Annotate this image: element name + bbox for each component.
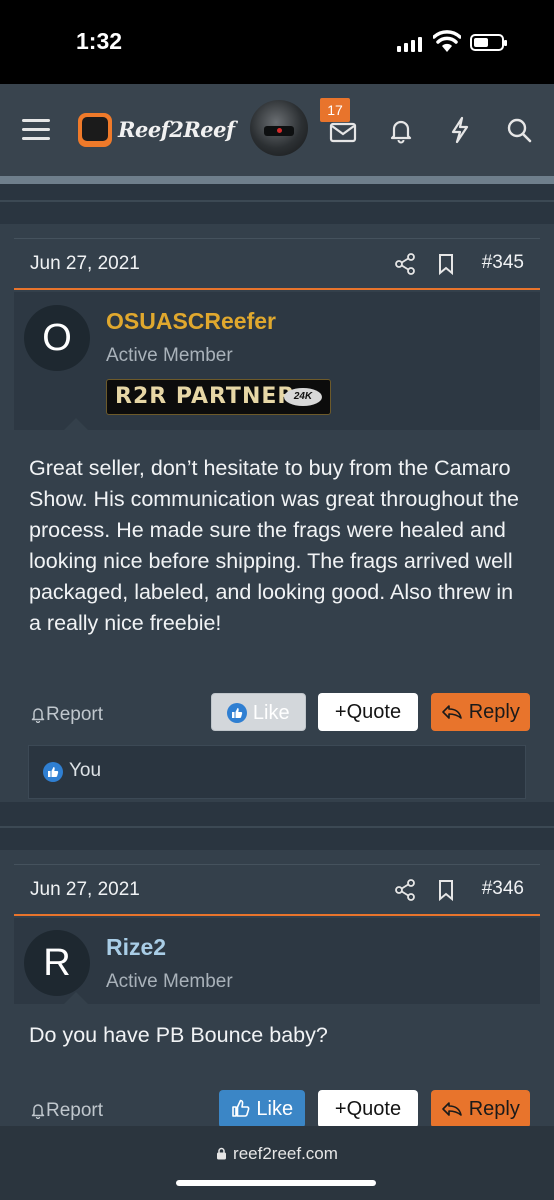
divider <box>0 200 554 202</box>
bookmark-icon[interactable] <box>435 252 457 276</box>
cellular-signal-icon <box>397 36 423 52</box>
reply-button[interactable]: Reply <box>431 693 530 731</box>
post-number[interactable]: #346 <box>482 878 524 900</box>
share-icon[interactable] <box>394 878 416 902</box>
avatar[interactable]: R <box>24 930 90 996</box>
divider <box>0 826 554 828</box>
user-title: Active Member <box>106 345 233 366</box>
quote-label: Quote <box>346 1098 402 1120</box>
plus-icon: + <box>334 701 347 723</box>
url-text: reef2reef.com <box>233 1144 338 1163</box>
search-icon[interactable] <box>505 116 533 144</box>
thread-content[interactable]: Jun 27, 2021 #345 O OSUASCReefer Active … <box>0 176 554 1126</box>
user-avatar[interactable] <box>250 100 308 156</box>
report-label: Report <box>46 704 104 725</box>
home-indicator[interactable] <box>176 1180 376 1186</box>
liked-by-text: You <box>69 760 102 781</box>
report-bell-icon <box>31 708 45 724</box>
report-bell-icon <box>31 1104 45 1120</box>
post-body: Do you have PB Bounce baby? <box>29 1023 328 1047</box>
status-bar: 1:32 <box>0 0 554 84</box>
user-title: Active Member <box>106 971 233 992</box>
like-thumb-icon <box>227 703 248 723</box>
logo-text: Reef2Reef <box>118 117 235 142</box>
likes-summary[interactable]: You <box>28 745 526 799</box>
reply-label: Reply <box>468 1098 520 1120</box>
menu-icon[interactable] <box>22 119 50 141</box>
like-thumb-icon <box>232 1099 250 1117</box>
quote-button[interactable]: +Quote <box>318 1090 418 1126</box>
partner-badge-label: R2R PARTNER <box>115 384 296 409</box>
partner-badge: R2R PARTNER 24K <box>106 379 331 415</box>
username[interactable]: OSUASCReefer <box>106 308 276 335</box>
avatar[interactable]: O <box>24 305 90 371</box>
report-link[interactable]: Report <box>30 702 103 726</box>
like-label: Like <box>256 1098 294 1120</box>
user-notch <box>64 418 88 430</box>
post-header: Jun 27, 2021 #346 <box>14 864 540 916</box>
plus-icon: + <box>334 1098 347 1120</box>
post-header: Jun 27, 2021 #345 <box>14 238 540 290</box>
username[interactable]: Rize2 <box>106 934 166 961</box>
mail-icon[interactable] <box>329 118 357 146</box>
quote-button[interactable]: +Quote <box>318 693 418 731</box>
reply-label: Reply <box>468 701 520 723</box>
quote-label: Quote <box>346 701 402 723</box>
like-button[interactable]: Like <box>219 1090 305 1126</box>
user-info: R Rize2 Active Member <box>14 918 540 1004</box>
like-button[interactable]: Like <box>211 693 306 731</box>
post-body: Great seller, don’t hesitate to buy from… <box>29 456 519 635</box>
post-345: Jun 27, 2021 #345 O OSUASCReefer Active … <box>0 224 554 802</box>
report-label: Report <box>46 1100 104 1121</box>
lightning-icon[interactable] <box>446 116 474 144</box>
header-strip <box>0 176 554 184</box>
logo-badge-icon <box>78 113 112 147</box>
reply-arrow-icon <box>442 1102 462 1116</box>
partner-badge-level: 24K <box>284 388 322 406</box>
bell-icon[interactable] <box>387 116 415 144</box>
lock-icon <box>217 1147 227 1160</box>
wifi-icon <box>433 30 461 52</box>
post-date[interactable]: Jun 27, 2021 <box>30 253 140 275</box>
user-notch <box>64 992 88 1004</box>
app-header: Reef2Reef 17 <box>0 84 554 176</box>
battery-icon <box>470 34 507 51</box>
share-icon[interactable] <box>394 252 416 276</box>
post-date[interactable]: Jun 27, 2021 <box>30 879 140 901</box>
post-346: Jun 27, 2021 #346 R Rize2 Active Member … <box>0 850 554 1126</box>
browser-url-bar[interactable]: reef2reef.com <box>0 1126 554 1200</box>
like-label: Like <box>252 702 290 724</box>
user-info: O OSUASCReefer Active Member R2R PARTNER… <box>14 292 540 430</box>
reply-arrow-icon <box>442 705 462 719</box>
reply-button[interactable]: Reply <box>431 1090 530 1126</box>
site-logo[interactable]: Reef2Reef <box>78 109 235 153</box>
url-display[interactable]: reef2reef.com <box>0 1144 554 1164</box>
status-time: 1:32 <box>76 28 123 54</box>
report-link[interactable]: Report <box>30 1098 103 1122</box>
bookmark-icon[interactable] <box>435 878 457 902</box>
post-number[interactable]: #345 <box>482 252 524 274</box>
like-thumb-icon <box>43 762 63 782</box>
